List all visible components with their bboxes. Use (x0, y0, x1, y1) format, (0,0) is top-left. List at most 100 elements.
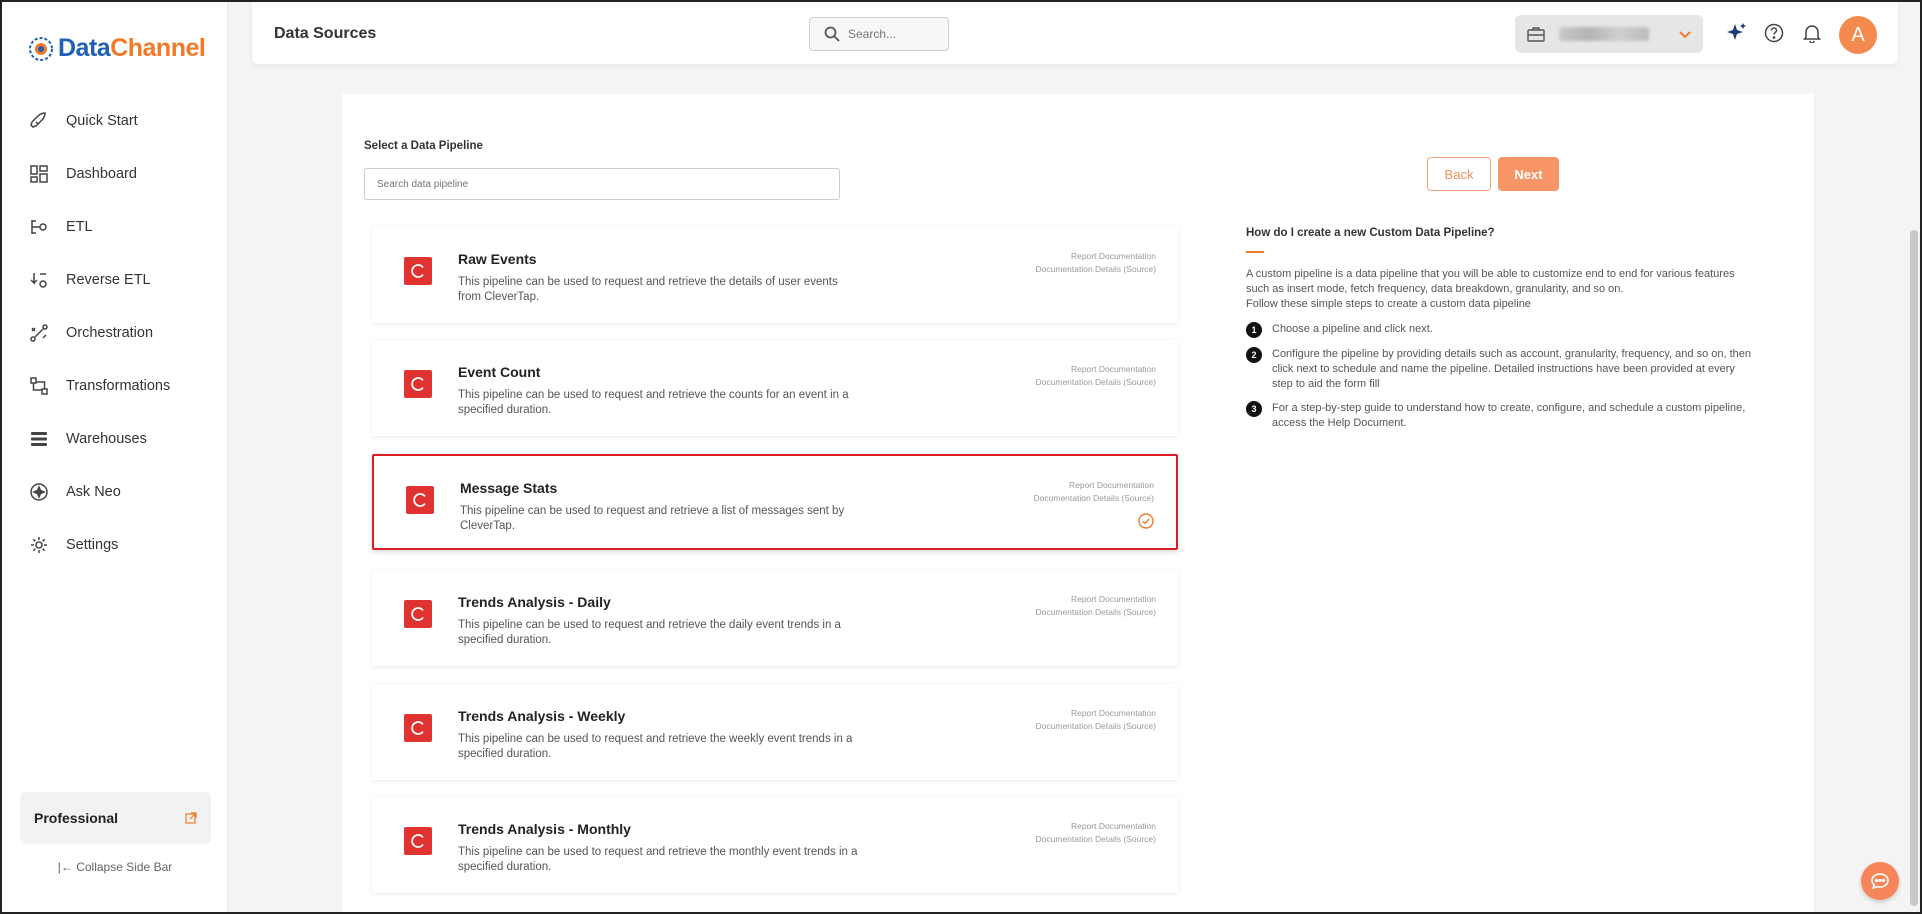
sparkle-ai-icon[interactable] (1726, 22, 1748, 44)
external-link-icon[interactable] (185, 812, 197, 824)
warehouses-icon (28, 428, 50, 450)
sidebar-item-quick-start[interactable]: Quick Start (2, 94, 228, 147)
pipeline-description: This pipeline can be used to request and… (460, 505, 845, 532)
search-icon (824, 26, 840, 42)
pipeline-card[interactable]: Raw Events This pipeline can be used to r… (372, 227, 1178, 323)
transformations-icon (28, 375, 50, 397)
sidebar-item-settings[interactable]: Settings (2, 518, 228, 571)
sidebar-item-label: Dashboard (66, 165, 137, 182)
orchestration-icon (28, 322, 50, 344)
settings-icon (28, 534, 50, 556)
clevertap-logo-icon (404, 714, 432, 742)
help-icon[interactable] (1763, 22, 1785, 44)
documentation-details-link[interactable]: Documentation Details (Source) (1036, 606, 1156, 619)
sidebar-item-label: Warehouses (66, 430, 147, 447)
sidebar-item-label: Settings (66, 536, 119, 553)
next-button[interactable]: Next (1498, 157, 1559, 191)
help-panel: How do I create a new Custom Data Pipeli… (1246, 227, 1766, 440)
main-content: Select a Data Pipeline Back Next Raw Eve… (342, 94, 1814, 912)
account-selector[interactable] (1515, 15, 1703, 53)
clevertap-logo-icon (406, 486, 434, 514)
bell-icon[interactable] (1801, 22, 1823, 44)
pipeline-card[interactable]: Trends Analysis - Weekly This pipeline ca… (372, 684, 1178, 780)
back-button[interactable]: Back (1427, 157, 1491, 191)
sidebar-item-ask-neo[interactable]: Ask Neo (2, 465, 228, 518)
help-paragraph: A custom pipeline is a data pipeline tha… (1246, 268, 1735, 295)
brand-name-part1: Data (58, 34, 111, 62)
documentation-details-link[interactable]: Documentation Details (Source) (1036, 263, 1156, 276)
selected-check-icon (1138, 513, 1154, 529)
report-documentation-link[interactable]: Report Documentation (1036, 363, 1156, 376)
pipeline-title: Event Count (458, 364, 541, 380)
page-scrollbar[interactable] (1910, 230, 1918, 906)
brand-name-part2: Channel (110, 34, 206, 62)
pipeline-doc-links: Report Documentation Documentation Detail… (1036, 363, 1156, 389)
pipeline-card[interactable]: Event Count This pipeline can be used to … (372, 340, 1178, 436)
plan-name: Professional (34, 810, 119, 826)
pipeline-doc-links: Report Documentation Documentation Detail… (1036, 250, 1156, 276)
report-documentation-link[interactable]: Report Documentation (1036, 707, 1156, 720)
global-search[interactable] (809, 17, 949, 51)
sidebar-item-reverse-etl[interactable]: Reverse ETL (2, 253, 228, 306)
report-documentation-link[interactable]: Report Documentation (1036, 250, 1156, 263)
chat-support-button[interactable] (1861, 862, 1899, 900)
sidebar-item-label: Quick Start (66, 112, 138, 129)
sidebar-item-label: Ask Neo (66, 483, 121, 500)
pipeline-doc-links: Report Documentation Documentation Detail… (1034, 479, 1154, 505)
documentation-details-link[interactable]: Documentation Details (Source) (1036, 833, 1156, 846)
sidebar-item-dashboard[interactable]: Dashboard (2, 147, 228, 200)
step-number-badge: 3 (1246, 401, 1262, 417)
report-documentation-link[interactable]: Report Documentation (1036, 820, 1156, 833)
dashboard-icon (28, 163, 50, 185)
help-title-underline (1246, 251, 1264, 253)
help-step: 3 For a step-by-step guide to understand… (1246, 401, 1766, 431)
help-title: How do I create a new Custom Data Pipeli… (1246, 227, 1495, 239)
documentation-details-link[interactable]: Documentation Details (Source) (1034, 492, 1154, 505)
briefcase-icon (1527, 27, 1545, 42)
collapse-label: Collapse Side Bar (76, 860, 173, 874)
collapse-sidebar-button[interactable]: |← Collapse Side Bar (2, 860, 228, 874)
sidebar-item-etl[interactable]: ETL (2, 200, 228, 253)
step-number-badge: 1 (1246, 322, 1262, 338)
pipeline-description: This pipeline can be used to request and… (458, 619, 841, 646)
sidebar-nav: Quick Start Dashboard ETL Reverse ETL Or… (2, 94, 228, 571)
pipeline-title: Trends Analysis - Monthly (458, 821, 631, 837)
pipeline-card[interactable]: Message Stats This pipeline can be used t… (372, 454, 1178, 550)
documentation-details-link[interactable]: Documentation Details (Source) (1036, 376, 1156, 389)
clevertap-logo-icon (404, 257, 432, 285)
report-documentation-link[interactable]: Report Documentation (1034, 479, 1154, 492)
sidebar-item-transformations[interactable]: Transformations (2, 359, 228, 412)
pipeline-card[interactable]: Trends Analysis - Monthly This pipeline c… (372, 797, 1178, 893)
sidebar-item-warehouses[interactable]: Warehouses (2, 412, 228, 465)
plan-badge[interactable]: Professional (20, 792, 211, 844)
help-step: 2 Configure the pipeline by providing de… (1246, 347, 1766, 392)
help-step: 1 Choose a pipeline and click next. (1246, 322, 1766, 338)
pipeline-description: This pipeline can be used to request and… (458, 733, 853, 760)
ask-neo-icon (28, 481, 50, 503)
sidebar-item-orchestration[interactable]: Orchestration (2, 306, 228, 359)
rocket-icon (28, 110, 50, 132)
user-avatar[interactable]: A (1839, 16, 1877, 54)
pipeline-doc-links: Report Documentation Documentation Detail… (1036, 593, 1156, 619)
pipeline-card[interactable]: Trends Analysis - Daily This pipeline can… (372, 570, 1178, 666)
sidebar: DataChannel Quick Start Dashboard ETL Re… (2, 2, 228, 912)
account-name-redacted (1559, 27, 1649, 41)
step-number-badge: 2 (1246, 347, 1262, 363)
search-input[interactable] (848, 27, 938, 41)
report-documentation-link[interactable]: Report Documentation (1036, 593, 1156, 606)
app-window: DataChannel Quick Start Dashboard ETL Re… (0, 0, 1922, 914)
pipeline-description: This pipeline can be used to request and… (458, 389, 849, 416)
help-steps: 1 Choose a pipeline and click next. 2 Co… (1246, 322, 1766, 431)
step-text: Configure the pipeline by providing deta… (1272, 348, 1751, 390)
reverse-etl-icon (28, 269, 50, 291)
documentation-details-link[interactable]: Documentation Details (Source) (1036, 720, 1156, 733)
help-paragraph: Follow these simple steps to create a cu… (1246, 298, 1531, 310)
clevertap-logo-icon (404, 827, 432, 855)
sidebar-item-label: Reverse ETL (66, 271, 151, 288)
brand-logo[interactable]: DataChannel (28, 34, 206, 63)
step-text: Choose a pipeline and click next. (1272, 323, 1433, 335)
logo-globe-icon (29, 36, 53, 61)
sidebar-item-label: ETL (66, 218, 93, 235)
pipeline-title: Raw Events (458, 251, 537, 267)
pipeline-search-input[interactable] (364, 168, 840, 200)
